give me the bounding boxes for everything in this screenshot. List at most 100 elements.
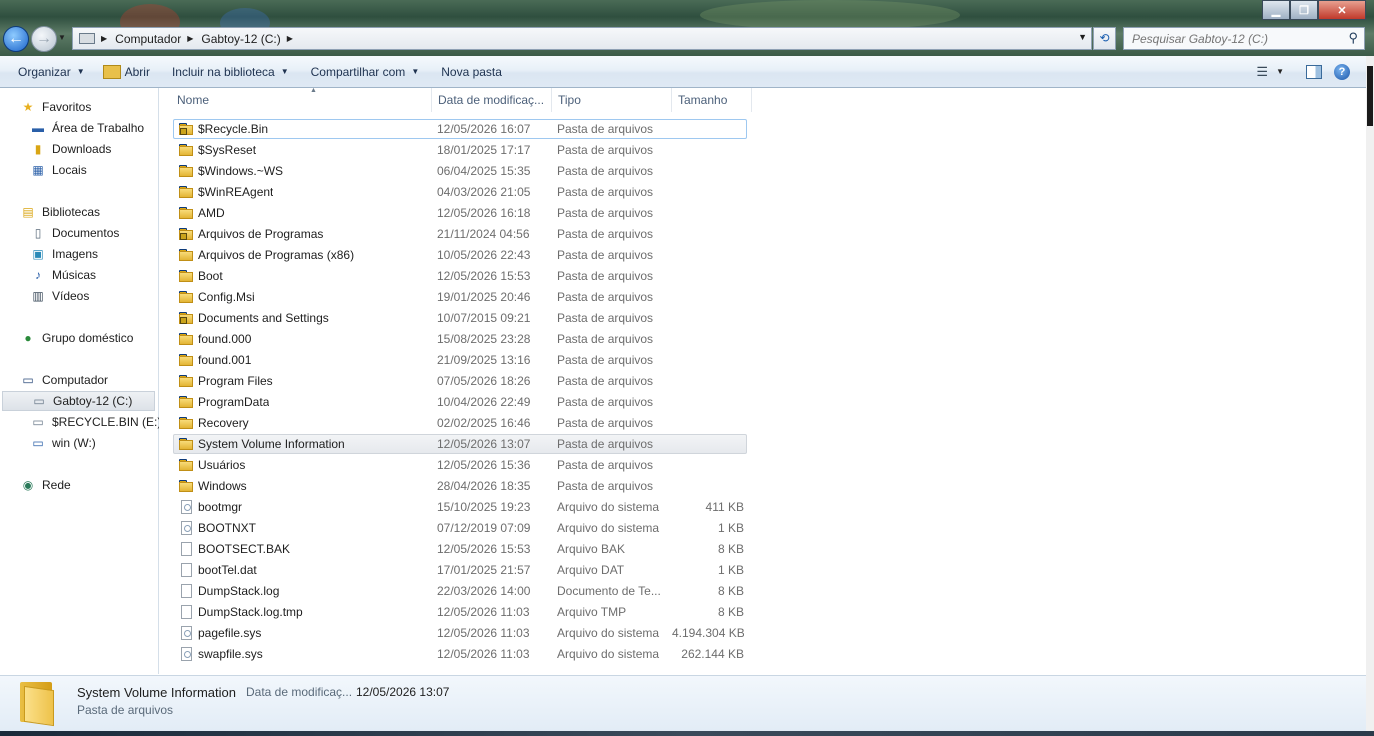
system-file-icon [179,520,195,536]
nav-downloads[interactable]: ▮ Downloads [30,139,112,159]
column-header-name[interactable]: Nome ▲ [171,87,432,112]
taskbar[interactable] [0,731,1374,736]
nav-label: Rede [42,478,71,492]
column-header-date[interactable]: Data de modificaç... [432,88,552,112]
refresh-button[interactable]: ⟲ [1093,27,1116,50]
nav-images[interactable]: ▣ Imagens [30,244,98,264]
downloads-folder-icon: ▮ [34,142,42,156]
file-row[interactable]: DumpStack.log.tmp 12/05/2026 11:03 Arquivo… [173,602,747,622]
file-row[interactable]: DumpStack.log 22/03/2026 14:00 Documento d… [173,581,747,601]
details-name: System Volume Information [77,685,236,700]
folder-icon [102,64,121,79]
nav-music[interactable]: ♪ Músicas [30,265,96,285]
folder-icon [179,268,195,284]
chevron-down-icon[interactable]: ▼ [1276,67,1284,76]
file-row[interactable]: Documents and Settings 10/07/2015 09:21 Pa… [173,308,747,328]
file-row[interactable]: Boot 12/05/2026 15:53 Pasta de arquivos [173,266,747,286]
nav-label: Bibliotecas [42,205,101,219]
file-row[interactable]: bootmgr 15/10/2025 19:23 Arquivo do sistem… [173,497,747,517]
nav-drive-w[interactable]: ▭ win (W:) [30,433,95,453]
file-row[interactable]: Config.Msi 19/01/2025 20:46 Pasta de arqui… [173,287,747,307]
file-row[interactable]: System Volume Information 12/05/2026 13:0… [173,434,747,454]
scrollbar-thumb[interactable] [1367,66,1373,126]
file-row[interactable]: found.000 15/08/2025 23:28 Pasta de arquiv… [173,329,747,349]
folder-icon [179,478,195,494]
music-icon: ♪ [35,268,41,282]
file-name: BOOTSECT.BAK [198,542,291,556]
search-icon[interactable]: ⚲ [1348,30,1358,46]
column-header-size[interactable]: Tamanho [672,88,752,112]
window-controls: ▁ ❐ ✕ [1262,0,1366,20]
nav-libraries[interactable]: ▤ Bibliotecas [20,202,100,222]
nav-videos[interactable]: ▥ Vídeos [30,286,89,306]
nav-locais[interactable]: ▦ Locais [30,160,86,180]
recent-pages-dropdown[interactable]: ▼ [58,33,66,42]
file-row[interactable]: pagefile.sys 12/05/2026 11:03 Arquivo do s… [173,623,747,643]
file-row[interactable]: swapfile.sys 12/05/2026 11:03 Arquivo do s… [173,644,747,664]
file-type: Arquivo do sistema [557,626,660,640]
new-folder-button[interactable]: Nova pasta [432,60,511,84]
file-row[interactable]: bootTel.dat 17/01/2025 21:57 Arquivo DAT 1 … [173,560,747,580]
nav-computer[interactable]: ▭ Computador [20,370,108,390]
breadcrumb-computador[interactable]: Computador [115,32,181,46]
file-row[interactable]: found.001 21/09/2025 13:16 Pasta de arquiv… [173,350,747,370]
scrollbar[interactable] [1366,56,1374,731]
file-type: Arquivo BAK [557,542,626,556]
file-row[interactable]: $SysReset 18/01/2025 17:17 Pasta de arquiv… [173,140,747,160]
nav-drive-e[interactable]: ▭ $RECYCLE.BIN (E:) [30,412,161,432]
file-row[interactable]: ProgramData 10/04/2026 22:49 Pasta de arqu… [173,392,747,412]
nav-drive-c[interactable]: ▭ Gabtoy-12 (C:) [2,391,155,411]
nav-documents[interactable]: ▯ Documentos [30,223,120,243]
file-row[interactable]: AMD 12/05/2026 16:18 Pasta de arquivos [173,203,747,223]
file-name: Windows [198,479,247,493]
file-row[interactable]: $WinREAgent 04/03/2026 21:05 Pasta de arqu… [173,182,747,202]
file-date: 12/05/2026 16:18 [437,206,531,220]
help-icon[interactable]: ? [1334,63,1350,80]
file-type: Pasta de arquivos [557,374,654,388]
file-type: Pasta de arquivos [557,353,654,367]
back-button[interactable]: ← [3,26,29,52]
include-in-library-button[interactable]: Incluir na biblioteca ▼ [163,60,298,84]
file-icon [179,541,195,557]
address-dropdown-icon[interactable]: ▼ [1078,32,1087,42]
restore-button[interactable]: ❐ [1290,0,1318,20]
file-row[interactable]: Arquivos de Programas 21/11/2024 04:56 Pas… [173,224,747,244]
organize-button[interactable]: Organizar ▼ [9,60,94,84]
address-bar[interactable]: ▶ Computador ▶ Gabtoy-12 (C:) ▶ ▼ [72,27,1092,50]
folder-icon [179,352,195,368]
file-row[interactable]: BOOTSECT.BAK 12/05/2026 15:53 Arquivo BAK 8… [173,539,747,559]
file-row[interactable]: $Windows.~WS 06/04/2025 15:35 Pasta de arq… [173,161,747,181]
file-date: 12/05/2026 11:03 [437,647,530,661]
file-row[interactable]: Recovery 02/02/2025 16:46 Pasta de arquivo… [173,413,747,433]
file-date: 22/03/2026 14:00 [437,584,531,598]
file-row[interactable]: Usuários 12/05/2026 15:36 Pasta de arquivo… [173,455,747,475]
nav-desktop[interactable]: ▬ Área de Trabalho [30,118,144,138]
places-icon: ▦ [32,163,44,177]
file-name: Config.Msi [198,290,255,304]
nav-homegroup[interactable]: ● Grupo doméstico [20,328,133,348]
column-header-type[interactable]: Tipo [552,88,672,112]
chevron-right-icon[interactable]: ▶ [287,34,293,43]
file-row[interactable]: Program Files 07/05/2026 18:26 Pasta de ar… [173,371,747,391]
minimize-button[interactable]: ▁ [1262,0,1290,20]
forward-button[interactable]: → [31,26,57,52]
preview-pane-icon[interactable] [1306,64,1322,79]
open-button[interactable]: Abrir [94,60,159,84]
file-row[interactable]: Windows 28/04/2026 18:35 Pasta de arquivos [173,476,747,496]
search-box[interactable]: ⚲ [1123,27,1365,50]
chevron-right-icon[interactable]: ▶ [101,34,107,43]
file-row[interactable]: Arquivos de Programas (x86) 10/05/2026 22… [173,245,747,265]
share-with-button[interactable]: Compartilhar com ▼ [302,60,429,84]
file-row[interactable]: BOOTNXT 07/12/2019 07:09 Arquivo do sistem… [173,518,747,538]
folder-icon [179,373,195,389]
search-input[interactable] [1124,28,1344,49]
file-row[interactable]: $Recycle.Bin 12/05/2026 16:07 Pasta de arq… [173,119,747,139]
close-button[interactable]: ✕ [1318,0,1366,20]
include-label: Incluir na biblioteca [171,64,275,79]
file-type: Pasta de arquivos [557,416,654,430]
nav-favorites[interactable]: ★ Favoritos [20,97,92,117]
chevron-right-icon[interactable]: ▶ [187,34,193,43]
breadcrumb-drive-c[interactable]: Gabtoy-12 (C:) [201,32,280,46]
view-options-icon[interactable]: ☰ [1256,64,1268,80]
nav-network[interactable]: ◉ Rede [20,475,71,495]
